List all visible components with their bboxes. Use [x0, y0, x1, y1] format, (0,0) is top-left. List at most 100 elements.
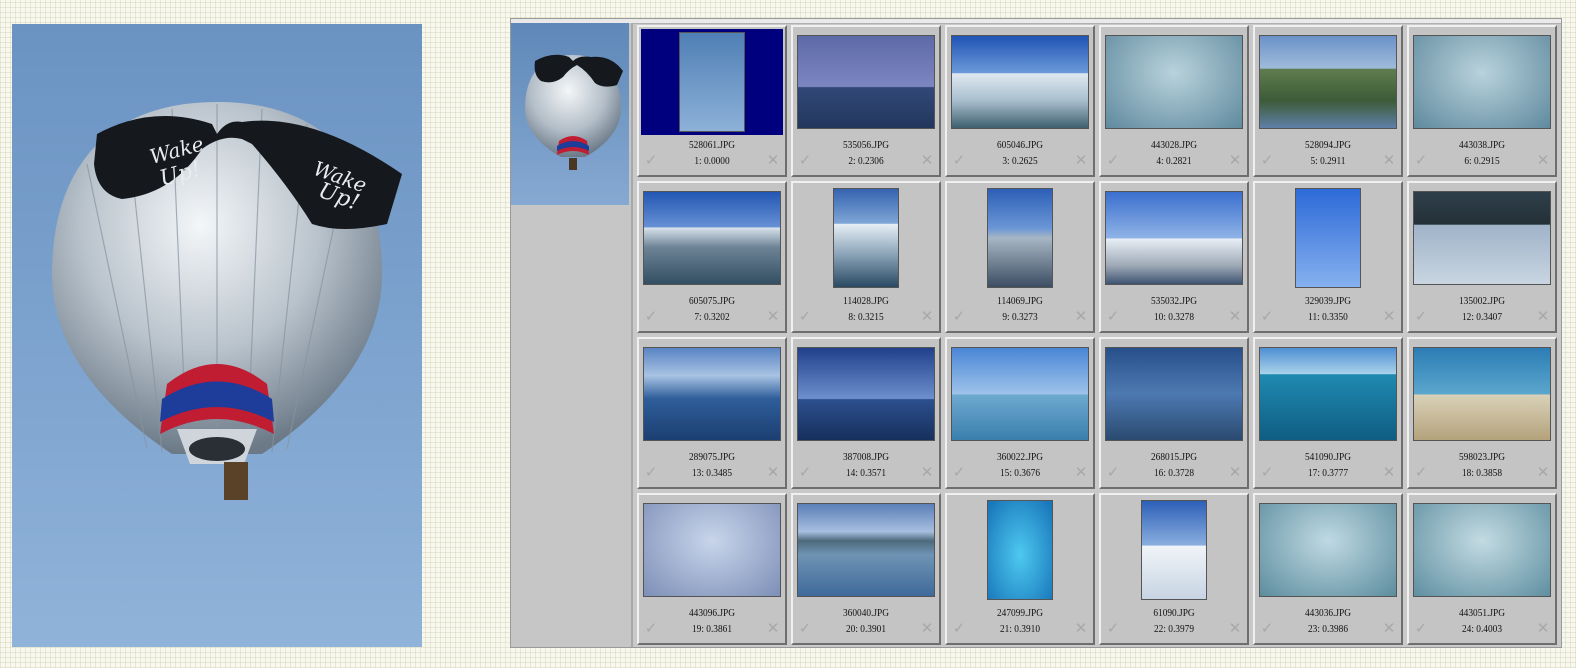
result-cell[interactable]: 535056.JPG 2: 0.2306 ✓ ✕ [791, 25, 941, 177]
x-icon[interactable]: ✕ [919, 465, 935, 481]
x-icon[interactable]: ✕ [1227, 465, 1243, 481]
check-icon[interactable]: ✓ [1413, 153, 1429, 169]
result-cell[interactable]: 329039.JPG 11: 0.3350 ✓ ✕ [1253, 181, 1403, 333]
check-icon[interactable]: ✓ [797, 465, 813, 481]
x-icon[interactable]: ✕ [1381, 309, 1397, 325]
x-icon[interactable]: ✕ [765, 309, 781, 325]
x-icon[interactable]: ✕ [1073, 465, 1089, 481]
result-cell[interactable]: 443028.JPG 4: 0.2821 ✓ ✕ [1099, 25, 1249, 177]
result-cell[interactable]: 528061.JPG 1: 0.0000 ✓ ✕ [637, 25, 787, 177]
check-icon[interactable]: ✓ [643, 153, 659, 169]
check-icon[interactable]: ✓ [1105, 465, 1121, 481]
check-icon[interactable]: ✓ [1413, 621, 1429, 637]
x-icon[interactable]: ✕ [1535, 309, 1551, 325]
result-cell[interactable]: 605075.JPG 7: 0.3202 ✓ ✕ [637, 181, 787, 333]
check-icon[interactable]: ✓ [643, 465, 659, 481]
result-thumbnail[interactable] [1105, 347, 1243, 441]
x-icon[interactable]: ✕ [1073, 309, 1089, 325]
check-icon[interactable]: ✓ [1105, 309, 1121, 325]
result-cell[interactable]: 289075.JPG 13: 0.3485 ✓ ✕ [637, 337, 787, 489]
check-icon[interactable]: ✓ [1413, 309, 1429, 325]
check-icon[interactable]: ✓ [951, 153, 967, 169]
x-icon[interactable]: ✕ [1535, 153, 1551, 169]
check-icon[interactable]: ✓ [797, 309, 813, 325]
result-thumbnail[interactable] [1413, 35, 1551, 129]
result-thumbnail[interactable] [643, 347, 781, 441]
result-thumbnail[interactable] [797, 35, 935, 129]
result-thumbnail[interactable] [987, 188, 1053, 288]
result-thumbnail[interactable] [1259, 35, 1397, 129]
check-icon[interactable]: ✓ [1259, 309, 1275, 325]
result-thumbnail[interactable] [1141, 500, 1207, 600]
x-icon[interactable]: ✕ [1073, 153, 1089, 169]
check-icon[interactable]: ✓ [951, 465, 967, 481]
check-icon[interactable]: ✓ [1105, 153, 1121, 169]
result-cell[interactable]: 61090.JPG 22: 0.3979 ✓ ✕ [1099, 493, 1249, 645]
check-icon[interactable]: ✓ [797, 153, 813, 169]
x-icon[interactable]: ✕ [1535, 621, 1551, 637]
x-icon[interactable]: ✕ [1381, 465, 1397, 481]
result-thumbnail[interactable] [987, 500, 1053, 600]
check-icon[interactable]: ✓ [1259, 621, 1275, 637]
result-thumbnail[interactable] [679, 32, 745, 132]
result-cell[interactable]: 443036.JPG 23: 0.3986 ✓ ✕ [1253, 493, 1403, 645]
x-icon[interactable]: ✕ [1227, 309, 1243, 325]
result-cell[interactable]: 247099.JPG 21: 0.3910 ✓ ✕ [945, 493, 1095, 645]
result-cell[interactable]: 360022.JPG 15: 0.3676 ✓ ✕ [945, 337, 1095, 489]
result-thumbnail[interactable] [1295, 188, 1361, 288]
result-thumbnail[interactable] [833, 188, 899, 288]
check-icon[interactable]: ✓ [951, 309, 967, 325]
result-cell[interactable]: 268015.JPG 16: 0.3728 ✓ ✕ [1099, 337, 1249, 489]
result-thumbnail[interactable] [1259, 503, 1397, 597]
result-thumbnail[interactable] [951, 347, 1089, 441]
result-cell[interactable]: 443096.JPG 19: 0.3861 ✓ ✕ [637, 493, 787, 645]
check-icon[interactable]: ✓ [1259, 465, 1275, 481]
check-icon[interactable]: ✓ [951, 621, 967, 637]
x-icon[interactable]: ✕ [919, 621, 935, 637]
check-icon[interactable]: ✓ [1105, 621, 1121, 637]
result-cell[interactable]: 598023.JPG 18: 0.3858 ✓ ✕ [1407, 337, 1557, 489]
result-cell[interactable]: 360040.JPG 20: 0.3901 ✓ ✕ [791, 493, 941, 645]
result-thumbnail[interactable] [1413, 191, 1551, 285]
query-image: Wake Up! Wake Up! [12, 24, 422, 647]
check-icon[interactable]: ✓ [1413, 465, 1429, 481]
x-icon[interactable]: ✕ [919, 309, 935, 325]
result-cell[interactable]: 528094.JPG 5: 0.2911 ✓ ✕ [1253, 25, 1403, 177]
result-cell[interactable]: 135002.JPG 12: 0.3407 ✓ ✕ [1407, 181, 1557, 333]
check-icon[interactable]: ✓ [1259, 153, 1275, 169]
result-cell[interactable]: 535032.JPG 10: 0.3278 ✓ ✕ [1099, 181, 1249, 333]
result-thumbnail[interactable] [797, 347, 935, 441]
result-cell[interactable]: 114069.JPG 9: 0.3273 ✓ ✕ [945, 181, 1095, 333]
x-icon[interactable]: ✕ [1227, 621, 1243, 637]
result-cell[interactable]: 114028.JPG 8: 0.3215 ✓ ✕ [791, 181, 941, 333]
result-cell[interactable]: 443051.JPG 24: 0.4003 ✓ ✕ [1407, 493, 1557, 645]
result-cell[interactable]: 605046.JPG 3: 0.2625 ✓ ✕ [945, 25, 1095, 177]
x-icon[interactable]: ✕ [765, 621, 781, 637]
result-thumbnail[interactable] [1413, 347, 1551, 441]
x-icon[interactable]: ✕ [765, 465, 781, 481]
x-icon[interactable]: ✕ [1535, 465, 1551, 481]
result-thumbnail[interactable] [1259, 347, 1397, 441]
result-cell[interactable]: 443038.JPG 6: 0.2915 ✓ ✕ [1407, 25, 1557, 177]
result-thumbnail[interactable] [1105, 191, 1243, 285]
query-thumbnail[interactable] [511, 23, 629, 205]
result-cell[interactable]: 541090.JPG 17: 0.3777 ✓ ✕ [1253, 337, 1403, 489]
result-thumbnail[interactable] [643, 503, 781, 597]
thumbnail-frame [949, 341, 1091, 447]
check-icon[interactable]: ✓ [643, 309, 659, 325]
result-thumbnail[interactable] [951, 35, 1089, 129]
result-score: 15: 0.3676 [999, 467, 1041, 479]
x-icon[interactable]: ✕ [1381, 153, 1397, 169]
result-thumbnail[interactable] [1105, 35, 1243, 129]
x-icon[interactable]: ✕ [1381, 621, 1397, 637]
check-icon[interactable]: ✓ [797, 621, 813, 637]
x-icon[interactable]: ✕ [765, 153, 781, 169]
check-icon[interactable]: ✓ [643, 621, 659, 637]
result-thumbnail[interactable] [1413, 503, 1551, 597]
x-icon[interactable]: ✕ [919, 153, 935, 169]
x-icon[interactable]: ✕ [1073, 621, 1089, 637]
x-icon[interactable]: ✕ [1227, 153, 1243, 169]
result-cell[interactable]: 387008.JPG 14: 0.3571 ✓ ✕ [791, 337, 941, 489]
result-thumbnail[interactable] [643, 191, 781, 285]
result-thumbnail[interactable] [797, 503, 935, 597]
